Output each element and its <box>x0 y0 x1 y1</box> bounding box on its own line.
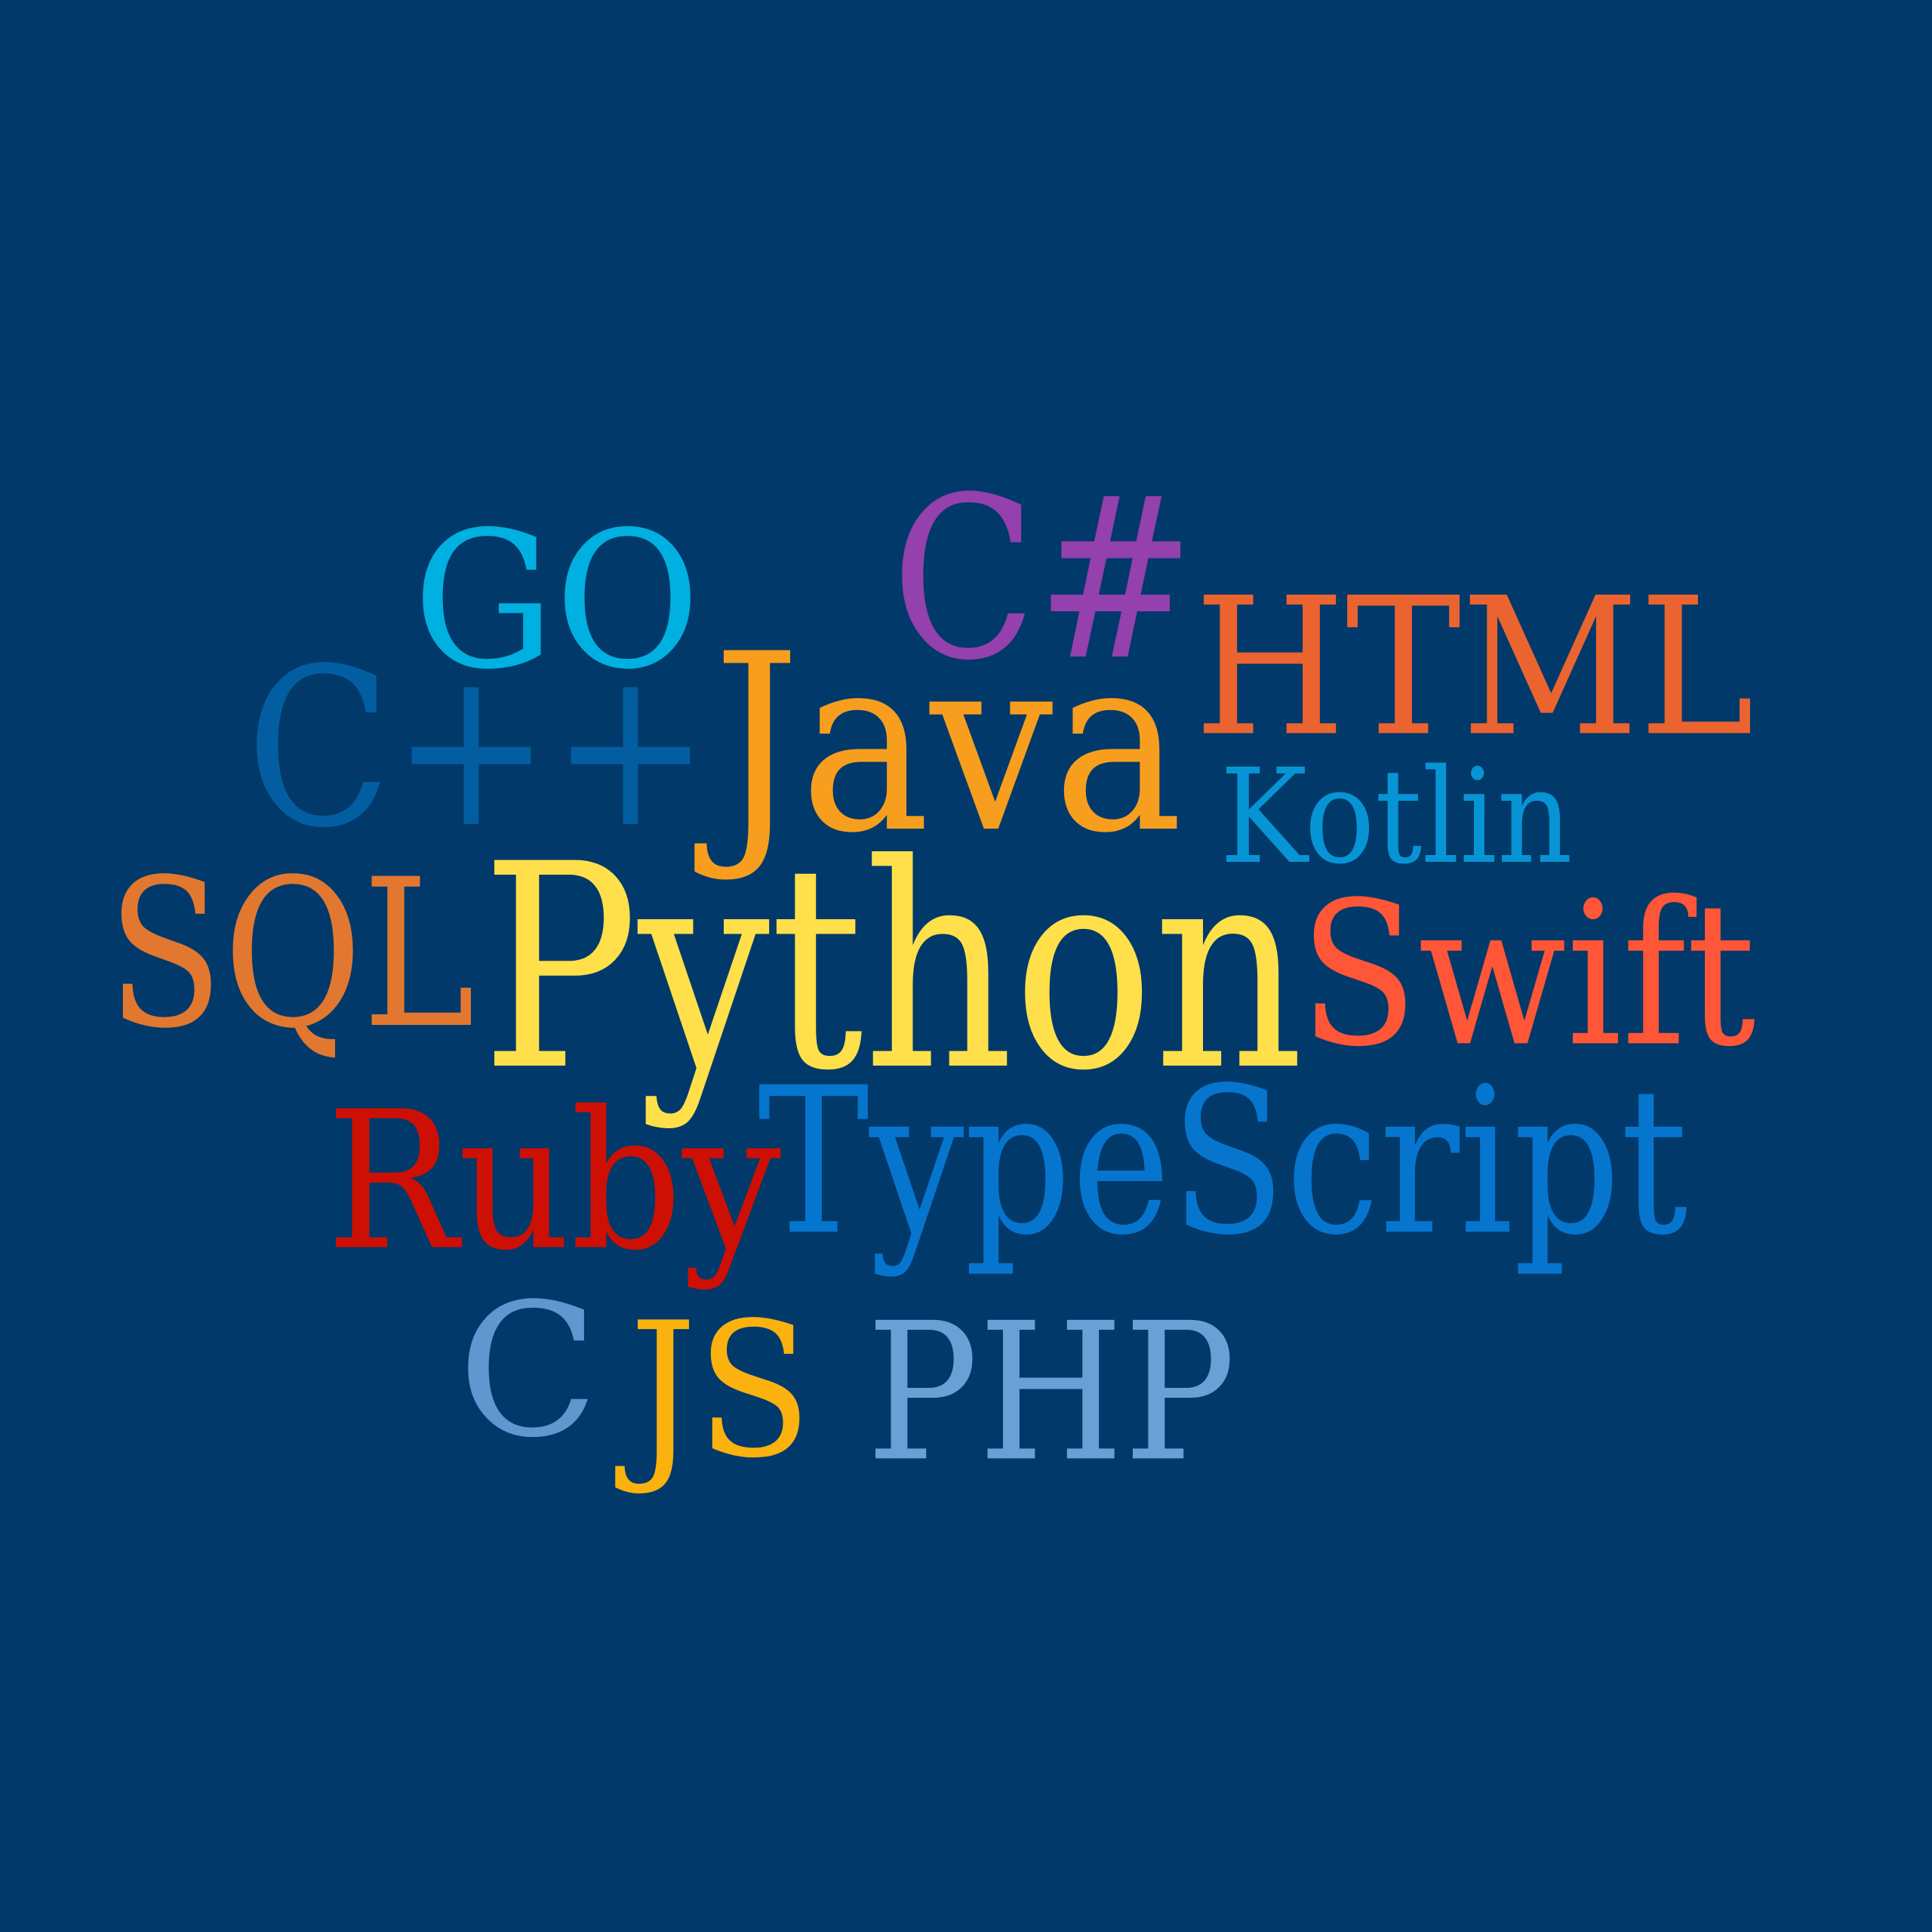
word-sql: SQL <box>107 835 475 1074</box>
word-html: HTML <box>1194 557 1755 779</box>
word-php: PHP <box>866 1282 1236 1504</box>
word-ruby: Ruby <box>326 1070 781 1294</box>
word-c: C <box>457 1264 599 1479</box>
word-cloud-canvas: GO C# HTML C++ Java Kotlin SQL Python Sw… <box>0 0 1932 1932</box>
word-typescript: TypeScript <box>757 1044 1688 1281</box>
word-js: JS <box>629 1283 812 1500</box>
